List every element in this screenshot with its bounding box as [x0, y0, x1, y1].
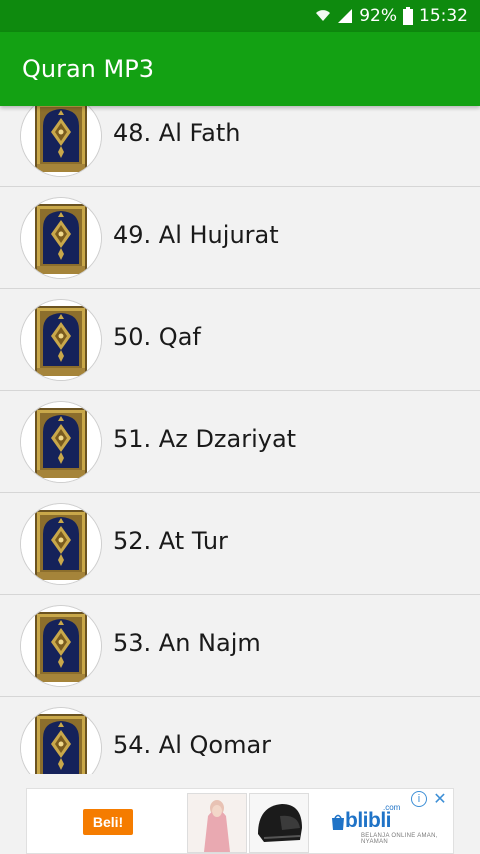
surah-title: 52. At Tur — [113, 527, 228, 555]
blibli-logo-icon — [331, 813, 345, 836]
quran-cover-icon — [21, 504, 101, 584]
signal-icon — [337, 8, 353, 24]
ad-brand-suffix: .com — [383, 803, 401, 812]
surah-title: 54. Al Qomar — [113, 731, 272, 759]
list-item[interactable]: 48. Al Fath — [0, 106, 480, 187]
quran-cover-icon — [21, 708, 101, 774]
ad-banner[interactable]: Beli! blibli .com BELANJA ONLINE AMAN, N… — [26, 788, 454, 854]
wifi-icon — [315, 8, 331, 24]
close-icon[interactable]: ✕ — [431, 790, 449, 808]
hijab-product-image[interactable] — [187, 793, 247, 853]
quran-cover-icon — [21, 106, 101, 176]
quran-cover-icon — [21, 606, 101, 686]
battery-icon — [403, 7, 413, 25]
surah-title: 49. Al Hujurat — [113, 221, 279, 249]
ad-tagline: BELANJA ONLINE AMAN, NYAMAN — [361, 833, 438, 845]
battery-percent: 92% — [359, 6, 397, 26]
ad-brand: blibli — [345, 809, 392, 832]
ad-area: Beli! blibli .com BELANJA ONLINE AMAN, N… — [0, 774, 480, 854]
quran-cover-icon — [21, 402, 101, 482]
list-item[interactable]: 52. At Tur — [0, 493, 480, 595]
surah-title: 48. Al Fath — [113, 119, 241, 147]
list-item[interactable]: 50. Qaf — [0, 289, 480, 391]
quran-cover-icon — [21, 198, 101, 278]
ad-buy-button[interactable]: Beli! — [83, 809, 133, 835]
helmet-product-image[interactable] — [249, 793, 309, 853]
app-title: Quran MP3 — [22, 55, 154, 83]
surah-title: 53. An Najm — [113, 629, 261, 657]
surah-list-content: 48. Al Fath 49. Al Hujurat 50. Qaf 51. A… — [0, 106, 480, 774]
quran-cover-icon — [21, 300, 101, 380]
list-item[interactable]: 51. Az Dzariyat — [0, 391, 480, 493]
status-bar: 92% 15:32 — [0, 0, 480, 32]
list-item[interactable]: 53. An Najm — [0, 595, 480, 697]
surah-title: 51. Az Dzariyat — [113, 425, 297, 453]
list-item[interactable]: 54. Al Qomar — [0, 697, 480, 774]
clock: 15:32 — [419, 6, 468, 26]
info-icon[interactable]: i — [411, 791, 427, 807]
list-item[interactable]: 49. Al Hujurat — [0, 187, 480, 289]
surah-title: 50. Qaf — [113, 323, 201, 351]
app-bar: Quran MP3 — [0, 32, 480, 106]
surah-list[interactable]: 48. Al Fath 49. Al Hujurat 50. Qaf 51. A… — [0, 106, 480, 774]
